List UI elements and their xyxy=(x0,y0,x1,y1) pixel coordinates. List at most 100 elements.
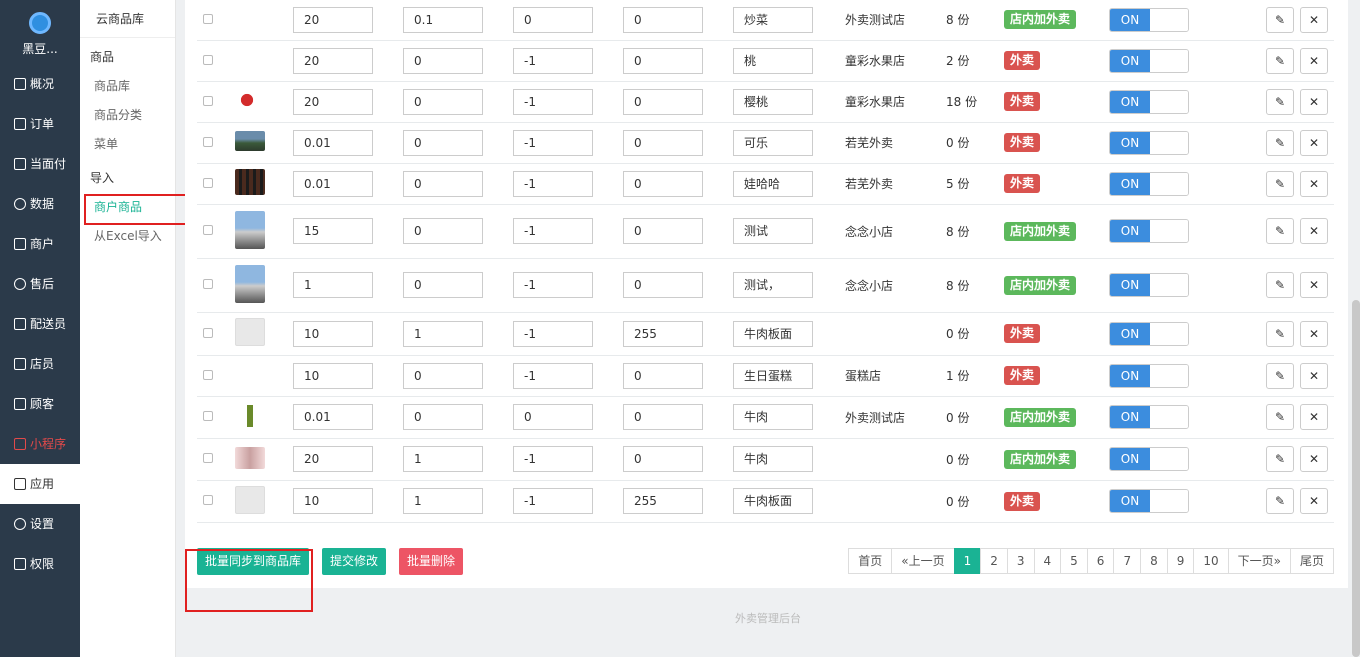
page-link[interactable]: 3 xyxy=(1006,548,1035,574)
box-fee-input[interactable]: 0.1 xyxy=(403,6,483,33)
status-toggle[interactable]: ON xyxy=(1109,219,1189,243)
sort-input[interactable]: 0 xyxy=(623,88,703,115)
page-link[interactable]: «上一页 xyxy=(891,548,955,574)
stock-input[interactable]: -1 xyxy=(513,218,593,244)
box-fee-input[interactable]: 0 xyxy=(403,218,483,244)
page-link[interactable]: 首页 xyxy=(848,548,893,574)
delete-icon[interactable]: ✕ xyxy=(1300,320,1328,347)
price-input[interactable]: 0.01 xyxy=(293,404,373,430)
row-checkbox[interactable] xyxy=(203,369,213,380)
page-link[interactable]: 5 xyxy=(1060,548,1088,574)
stock-input[interactable]: -1 xyxy=(513,129,593,156)
box-fee-input[interactable]: 0 xyxy=(403,129,483,156)
page-link[interactable]: 2 xyxy=(980,548,1008,574)
page-link[interactable]: 下一页» xyxy=(1227,548,1291,574)
row-checkbox[interactable] xyxy=(203,411,213,421)
edit-icon[interactable]: ✎ xyxy=(1266,362,1294,389)
status-toggle[interactable]: ON xyxy=(1109,405,1189,429)
status-toggle[interactable]: ON xyxy=(1109,321,1189,346)
stock-input[interactable]: -1 xyxy=(513,446,593,472)
name-input[interactable]: 牛肉板面 xyxy=(733,320,813,347)
stock-input[interactable]: -1 xyxy=(513,272,593,298)
price-input[interactable]: 15 xyxy=(293,218,373,244)
edit-icon[interactable]: ✎ xyxy=(1266,404,1294,430)
stock-input[interactable]: -1 xyxy=(513,320,593,347)
stock-input[interactable]: 0 xyxy=(513,404,593,430)
status-toggle[interactable]: ON xyxy=(1109,363,1189,388)
delete-icon[interactable]: ✕ xyxy=(1300,488,1328,514)
box-fee-input[interactable]: 0 xyxy=(403,362,483,389)
sub-link-goods-library[interactable]: 商品库 xyxy=(80,72,175,101)
row-checkbox[interactable] xyxy=(203,136,213,147)
price-input[interactable]: 20 xyxy=(293,6,373,33)
nav-item-lock[interactable]: 权限 xyxy=(0,544,80,584)
box-fee-input[interactable]: 0 xyxy=(403,88,483,115)
name-input[interactable]: 牛肉 xyxy=(733,404,813,430)
edit-icon[interactable]: ✎ xyxy=(1266,6,1294,33)
sort-input[interactable]: 0 xyxy=(623,446,703,472)
name-input[interactable]: 樱桃 xyxy=(733,88,813,115)
price-input[interactable]: 10 xyxy=(293,488,373,514)
delete-icon[interactable]: ✕ xyxy=(1300,362,1328,389)
status-toggle[interactable]: ON xyxy=(1109,130,1189,155)
edit-icon[interactable]: ✎ xyxy=(1266,488,1294,514)
row-checkbox[interactable] xyxy=(203,95,213,106)
page-link[interactable]: 尾页 xyxy=(1289,548,1334,574)
edit-icon[interactable]: ✎ xyxy=(1266,218,1294,244)
delete-icon[interactable]: ✕ xyxy=(1300,170,1328,197)
status-toggle[interactable]: ON xyxy=(1109,447,1189,471)
price-input[interactable]: 1 xyxy=(293,272,373,298)
nav-item-data[interactable]: 数据 xyxy=(0,184,80,224)
logo[interactable]: 黑豆... xyxy=(0,0,80,64)
name-input[interactable]: 牛肉 xyxy=(733,446,813,472)
status-toggle[interactable]: ON xyxy=(1109,89,1189,114)
name-input[interactable]: 炒菜 xyxy=(733,6,813,33)
delete-icon[interactable]: ✕ xyxy=(1300,404,1328,430)
nav-item-miniprogram[interactable]: 小程序 xyxy=(0,424,80,464)
sort-input[interactable]: 0 xyxy=(623,47,703,74)
price-input[interactable]: 20 xyxy=(293,47,373,74)
status-toggle[interactable]: ON xyxy=(1109,489,1189,513)
page-link[interactable]: 1 xyxy=(953,548,982,574)
name-input[interactable]: 娃哈哈 xyxy=(733,170,813,197)
price-input[interactable]: 0.01 xyxy=(293,170,373,197)
row-checkbox[interactable] xyxy=(203,54,213,65)
box-fee-input[interactable]: 0 xyxy=(403,272,483,298)
delete-icon[interactable]: ✕ xyxy=(1300,47,1328,74)
box-fee-input[interactable]: 0 xyxy=(403,47,483,74)
box-fee-input[interactable]: 0 xyxy=(403,404,483,430)
name-input[interactable]: 测试， xyxy=(733,272,813,298)
submit-changes-button[interactable]: 提交修改 xyxy=(322,548,387,575)
stock-input[interactable]: -1 xyxy=(513,170,593,197)
page-link[interactable]: 4 xyxy=(1033,548,1062,574)
sub-link-excel-import[interactable]: 从Excel导入 xyxy=(80,222,175,251)
name-input[interactable]: 测试 xyxy=(733,218,813,244)
page-link[interactable]: 10 xyxy=(1193,548,1229,574)
price-input[interactable]: 20 xyxy=(293,446,373,472)
delete-icon[interactable]: ✕ xyxy=(1300,88,1328,115)
name-input[interactable]: 牛肉板面 xyxy=(733,488,813,514)
edit-icon[interactable]: ✎ xyxy=(1266,272,1294,298)
row-checkbox[interactable] xyxy=(203,177,213,188)
price-input[interactable]: 20 xyxy=(293,88,373,115)
nav-item-settings[interactable]: 设置 xyxy=(0,504,80,544)
nav-item-courier[interactable]: 配送员 xyxy=(0,304,80,344)
row-checkbox[interactable] xyxy=(203,279,213,289)
delete-icon[interactable]: ✕ xyxy=(1300,272,1328,298)
name-input[interactable]: 可乐 xyxy=(733,129,813,156)
nav-item-aftersale[interactable]: 售后 xyxy=(0,264,80,304)
status-toggle[interactable]: ON xyxy=(1109,48,1189,73)
nav-item-store[interactable]: 商户 xyxy=(0,224,80,264)
sort-input[interactable]: 0 xyxy=(623,404,703,430)
name-input[interactable]: 生日蛋糕 xyxy=(733,362,813,389)
box-fee-input[interactable]: 0 xyxy=(403,170,483,197)
stock-input[interactable]: 0 xyxy=(513,6,593,33)
batch-delete-button[interactable]: 批量删除 xyxy=(399,548,464,575)
nav-item-customer[interactable]: 顾客 xyxy=(0,384,80,424)
price-input[interactable]: 10 xyxy=(293,320,373,347)
sort-input[interactable]: 0 xyxy=(623,129,703,156)
stock-input[interactable]: -1 xyxy=(513,362,593,389)
sub-link-goods-category[interactable]: 商品分类 xyxy=(80,101,175,130)
row-checkbox[interactable] xyxy=(203,225,213,235)
scrollbar[interactable] xyxy=(1352,300,1360,657)
